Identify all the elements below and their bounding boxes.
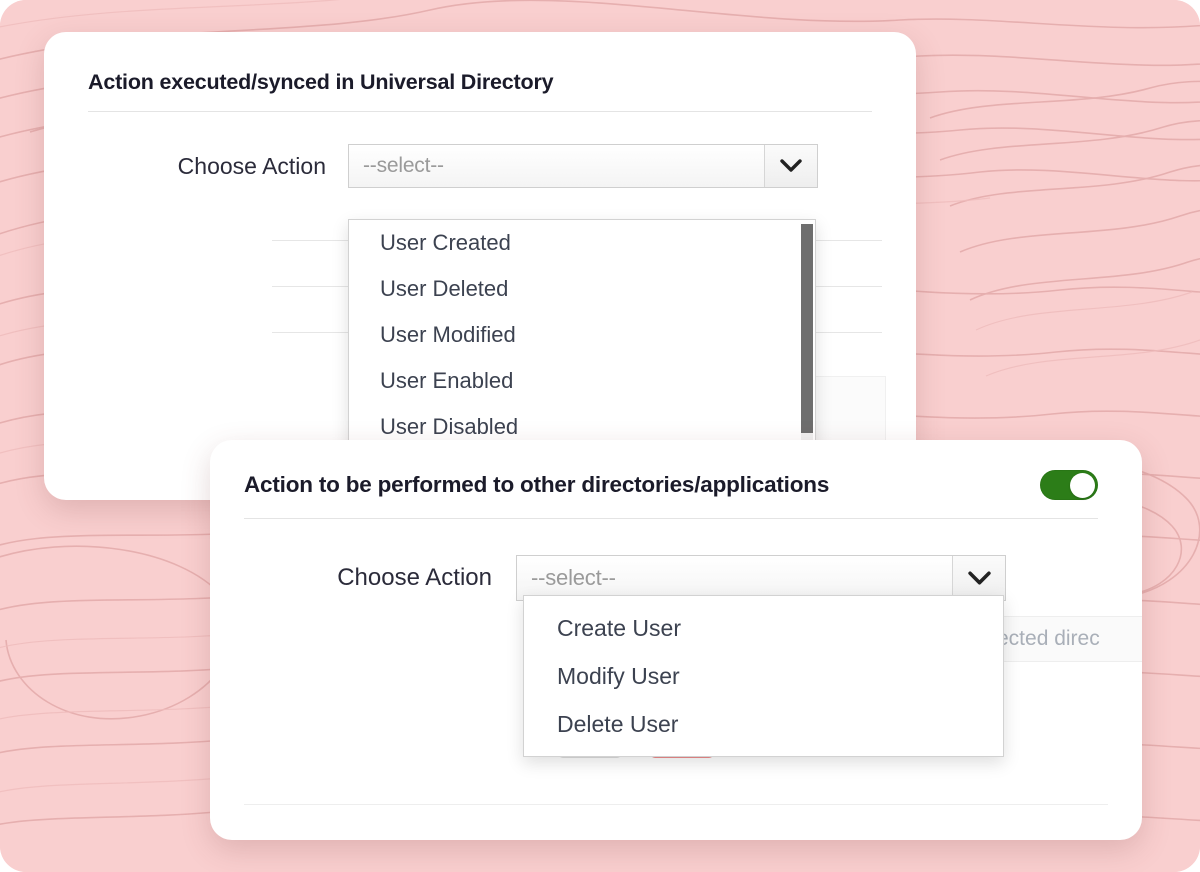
other-directories-card: ected direc Action to be performed to ot… bbox=[210, 440, 1142, 840]
card-header: Action to be performed to other director… bbox=[244, 470, 1098, 500]
choose-action-dropdown[interactable]: Create User Modify User Delete User bbox=[523, 595, 1004, 757]
card-footer-divider bbox=[244, 804, 1108, 805]
universal-directory-card: Action executed/synced in Universal Dire… bbox=[44, 32, 916, 500]
dropdown-option[interactable]: User Deleted bbox=[349, 266, 815, 312]
header-divider bbox=[88, 111, 872, 112]
choose-action-label: Choose Action bbox=[322, 564, 492, 592]
choose-action-dropdown[interactable]: User Created User Deleted User Modified … bbox=[348, 219, 816, 468]
toggle-knob bbox=[1070, 473, 1095, 498]
card-header: Action executed/synced in Universal Dire… bbox=[88, 70, 872, 95]
choose-action-label: Choose Action bbox=[166, 153, 326, 180]
dropdown-option[interactable]: User Enabled bbox=[349, 358, 815, 404]
choose-action-select[interactable]: --select-- bbox=[348, 144, 818, 188]
selected-directories-input-text: ected direc bbox=[997, 627, 1100, 651]
header-divider bbox=[244, 518, 1098, 519]
chevron-down-icon[interactable] bbox=[952, 556, 1005, 600]
page-title: Action executed/synced in Universal Dire… bbox=[88, 70, 553, 95]
choose-action-row: Choose Action --select-- bbox=[44, 144, 916, 188]
dropdown-option[interactable]: User Created bbox=[349, 220, 815, 266]
select-value: --select-- bbox=[349, 145, 764, 187]
page-title: Action to be performed to other director… bbox=[244, 472, 829, 498]
chevron-down-icon[interactable] bbox=[764, 145, 817, 187]
dropdown-option[interactable]: User Modified bbox=[349, 312, 815, 358]
screenshot-frame: Action executed/synced in Universal Dire… bbox=[0, 0, 1200, 872]
dropdown-option[interactable]: Modify User bbox=[524, 652, 1003, 700]
dropdown-scrollbar[interactable] bbox=[801, 224, 813, 465]
dropdown-option[interactable]: Create User bbox=[524, 604, 1003, 652]
enable-toggle[interactable] bbox=[1040, 470, 1098, 500]
dropdown-option[interactable]: Delete User bbox=[524, 700, 1003, 748]
selected-directories-input[interactable]: ected direc bbox=[982, 616, 1142, 662]
dropdown-scrollbar-thumb[interactable] bbox=[801, 224, 813, 433]
select-value: --select-- bbox=[517, 556, 952, 600]
